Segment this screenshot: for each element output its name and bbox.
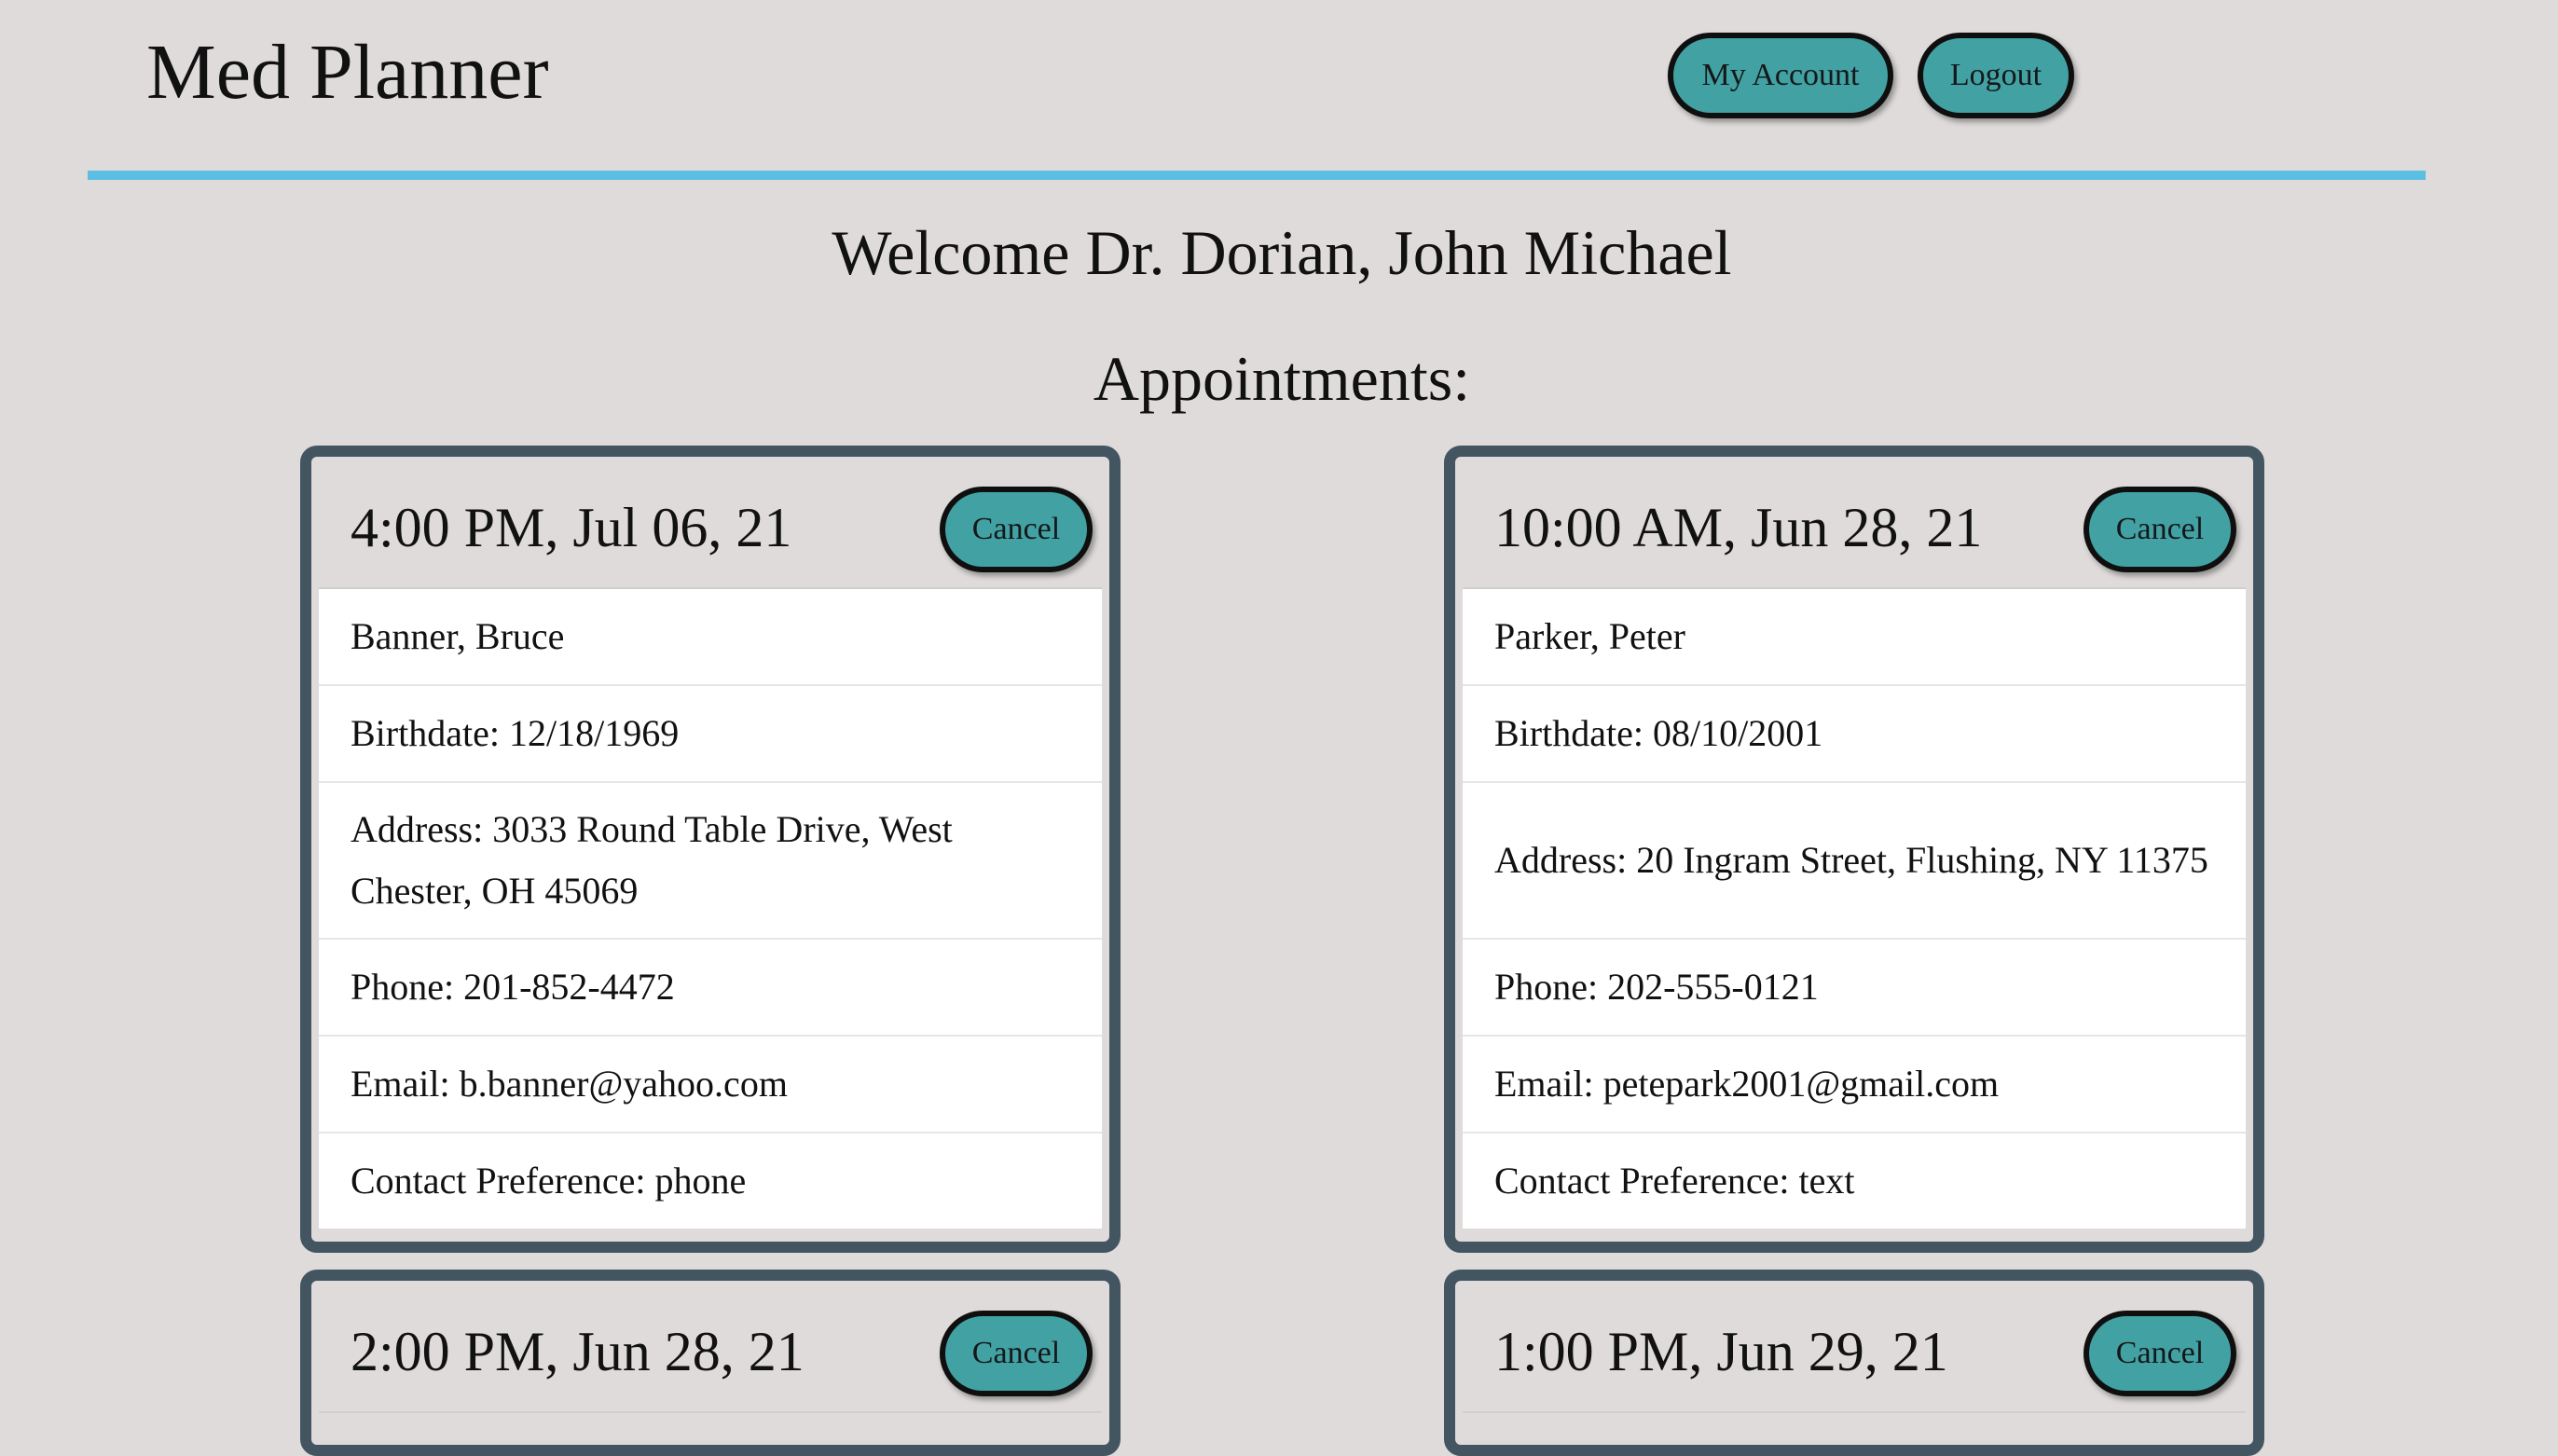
patient-phone: Phone: 201-852-4472 (319, 940, 1102, 1037)
appointment-details: Parker, Peter Birthdate: 08/10/2001 Addr… (1463, 589, 2246, 1229)
cancel-appointment-button[interactable]: Cancel (940, 487, 1093, 572)
appointment-card: 2:00 PM, Jun 28, 21 Cancel (300, 1270, 1121, 1456)
appointments-heading: Appointments: (1093, 343, 1471, 414)
appointment-card: 4:00 PM, Jul 06, 21 Cancel Banner, Bruce… (300, 446, 1121, 1253)
patient-contact-preference: Contact Preference: phone (351, 1160, 747, 1202)
appointment-card-header: 1:00 PM, Jun 29, 21 Cancel (1463, 1281, 2246, 1413)
appointment-time: 4:00 PM, Jul 06, 21 (351, 497, 792, 558)
patient-birthdate: Birthdate: 08/10/2001 (1463, 686, 2246, 783)
patient-name: Banner, Bruce (319, 589, 1102, 686)
cancel-appointment-button[interactable]: Cancel (940, 1311, 1093, 1396)
patient-address: Address: 3033 Round Table Drive, West Ch… (319, 783, 1102, 940)
appointment-time: 10:00 AM, Jun 28, 21 (1494, 497, 1983, 558)
appointment-details: Banner, Bruce Birthdate: 12/18/1969 Addr… (319, 589, 1102, 1229)
appointment-time: 1:00 PM, Jun 29, 21 (1494, 1321, 1948, 1382)
patient-phone: Phone: 202-555-0121 (1463, 940, 2246, 1037)
my-account-button[interactable]: My Account (1668, 33, 1893, 118)
patient-contact-preference: Contact Preference: text (1494, 1160, 1855, 1202)
appointment-card-header: 10:00 AM, Jun 28, 21 Cancel (1463, 457, 2246, 589)
patient-address: Address: 20 Ingram Street, Flushing, NY … (1463, 783, 2246, 940)
appointment-card: 1:00 PM, Jun 29, 21 Cancel (1444, 1270, 2264, 1456)
patient-birthdate: Birthdate: 12/18/1969 (319, 686, 1102, 783)
appointment-card: 10:00 AM, Jun 28, 21 Cancel Parker, Pete… (1444, 446, 2264, 1253)
header-divider (88, 171, 2426, 180)
appointment-time: 2:00 PM, Jun 28, 21 (351, 1321, 805, 1382)
appointment-card-header: 2:00 PM, Jun 28, 21 Cancel (319, 1281, 1102, 1413)
appointment-card-header: 4:00 PM, Jul 06, 21 Cancel (319, 457, 1102, 589)
app-header: Med Planner My Account Logout (0, 0, 2558, 180)
welcome-message: Welcome Dr. Dorian, John Michael (832, 217, 1732, 288)
patient-name: Parker, Peter (1463, 589, 2246, 686)
patient-email: Email: b.banner@yahoo.com (319, 1037, 1102, 1133)
patient-email: Email: petepark2001@gmail.com (1463, 1037, 2246, 1133)
logout-button[interactable]: Logout (1918, 33, 2074, 118)
app-title: Med Planner (146, 29, 549, 116)
cancel-appointment-button[interactable]: Cancel (2084, 487, 2236, 572)
cancel-appointment-button[interactable]: Cancel (2084, 1311, 2236, 1396)
